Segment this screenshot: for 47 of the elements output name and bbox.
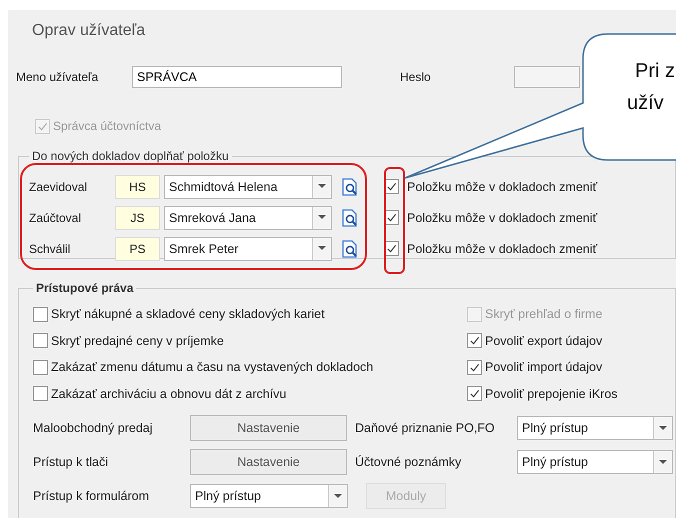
checkmark-icon	[37, 120, 48, 132]
field-label: Zaevidoval	[29, 180, 88, 194]
checkbox-label: Položku môže v dokladoch zmeniť	[407, 242, 598, 256]
checkbox[interactable]	[467, 386, 482, 402]
field-label: Účtovné poznámky	[355, 455, 462, 469]
checkbox-label: Položku môže v dokladoch zmeniť	[407, 180, 598, 194]
field-label: Prístup k tlači	[33, 455, 110, 469]
checkbox-label: Skryť nákupné a skladové ceny skladových kariet	[51, 307, 325, 322]
settings-button[interactable]: Nastavenie	[190, 449, 347, 475]
checkbox[interactable]	[33, 306, 48, 322]
field-label: Schválil	[29, 242, 72, 256]
checkbox[interactable]	[467, 333, 482, 348]
checkbox-label: Povoliť import údajov	[485, 360, 602, 374]
callout-text: užív	[627, 91, 665, 116]
checkmark-icon	[386, 181, 397, 192]
code-field[interactable]: HS	[115, 174, 160, 198]
checkmark-icon	[469, 388, 480, 400]
checkmark-icon	[469, 335, 480, 346]
field-label: Daňové priznanie PO,FO	[355, 421, 496, 435]
checkbox[interactable]	[467, 360, 482, 375]
checkbox-label: Skryť prehľad o firme	[485, 307, 602, 322]
checkbox-label: Povoliť export údajov	[485, 334, 602, 348]
checkbox-label: Zakázať zmenu dátumu a času na vystavených dokladoch	[51, 360, 374, 374]
checkbox-label: Zakázať archiváciu a obnovu dát z archívu	[51, 386, 286, 401]
code-field[interactable]: PS	[115, 236, 160, 260]
code-field[interactable]: JS	[115, 206, 160, 230]
checkbox-label: Skryť predajné ceny v príjemke	[51, 334, 224, 348]
checkbox[interactable]	[33, 360, 48, 375]
field-label: Zaúčtoval	[29, 210, 82, 224]
checkbox[interactable]	[33, 386, 48, 402]
checkbox[interactable]	[33, 333, 48, 348]
callout-text: Pri z	[635, 59, 675, 84]
checkmark-icon	[469, 362, 480, 373]
settings-button[interactable]: Nastavenie	[190, 415, 347, 441]
field-label: Prístup k formulárom	[33, 489, 150, 503]
checkmark-icon	[386, 212, 397, 223]
checkbox-label: Položku môže v dokladoch zmeniť	[407, 210, 598, 224]
checkbox-label: Správca účtovníctva	[53, 119, 162, 133]
field-label: Meno užívateľa	[16, 70, 100, 84]
username-field[interactable]: SPRÁVCA	[132, 66, 342, 88]
window-title: Oprav užívateľa	[31, 21, 146, 41]
checkmark-icon	[386, 243, 397, 254]
checkbox-label: Povoliť prepojenie iKros	[485, 386, 618, 401]
field-label: Heslo	[400, 70, 432, 84]
group-title: Prístupové práva	[35, 281, 134, 295]
field-label: Maloobchodný predaj	[33, 421, 154, 435]
group-title: Do nových dokladov doplňať položku	[31, 149, 230, 163]
